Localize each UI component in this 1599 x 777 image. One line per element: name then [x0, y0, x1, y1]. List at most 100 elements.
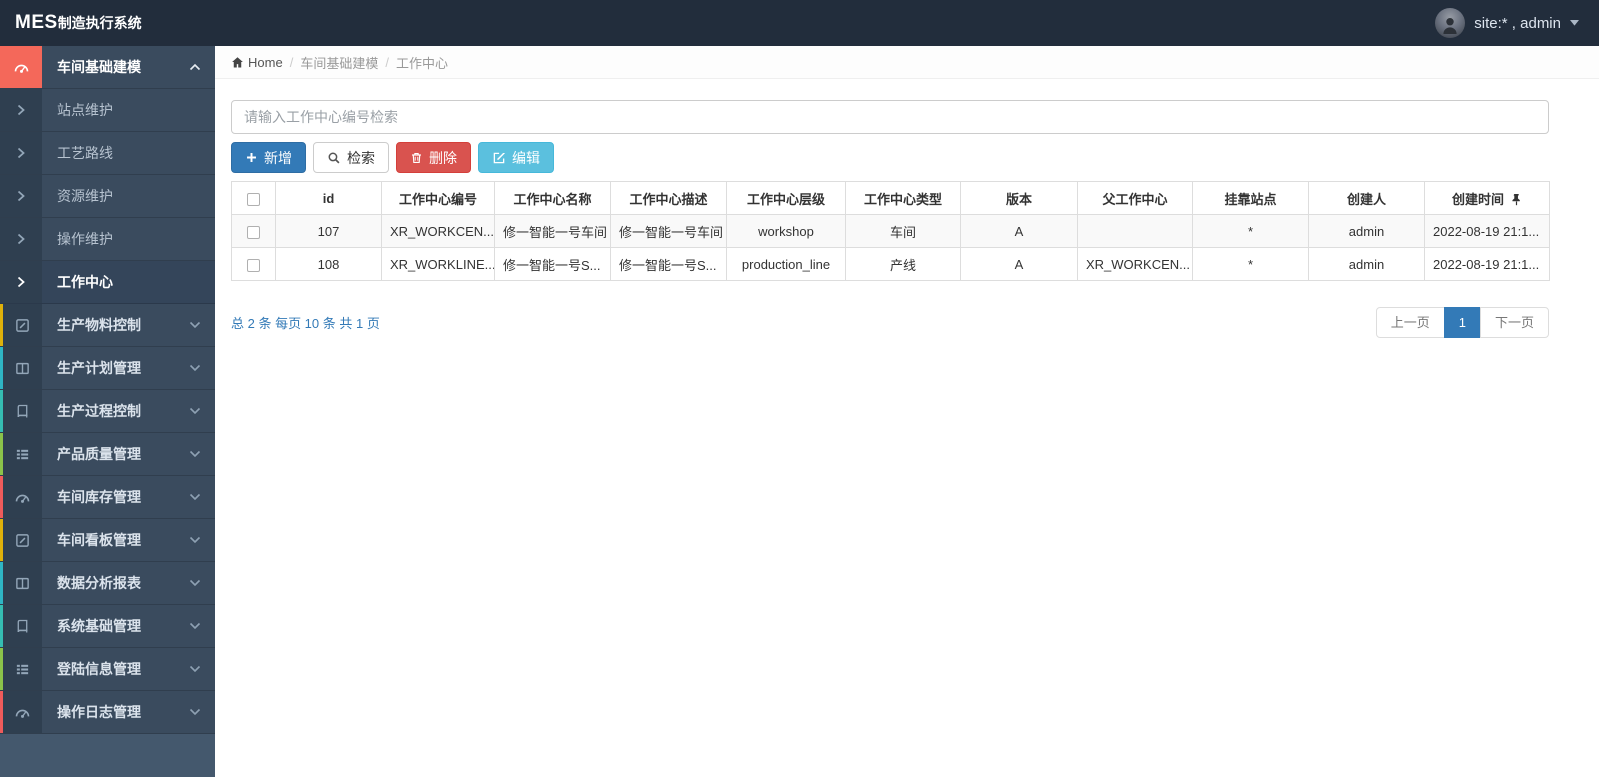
- user-menu[interactable]: site:* , admin: [1435, 8, 1599, 38]
- chevron-right-icon: [17, 104, 25, 116]
- delete-button[interactable]: 删除: [396, 142, 471, 173]
- sidebar-group-active[interactable]: 车间基础建模: [0, 46, 215, 89]
- search-button[interactable]: 检索: [313, 142, 389, 173]
- edit-icon: [493, 152, 506, 163]
- table-cell: 2022-08-19 21:1...: [1424, 214, 1550, 248]
- sidebar-group[interactable]: 生产计划管理: [0, 347, 215, 390]
- table-cell: 车间: [845, 214, 961, 248]
- chevron-right-icon: [17, 233, 25, 245]
- column-header: 父工作中心: [1077, 181, 1193, 215]
- table-cell: 修一智能一号车间: [610, 214, 727, 248]
- brand-mes: MES: [15, 12, 58, 33]
- chevron-down-icon: [189, 605, 215, 647]
- column-header-label: 工作中心描述: [629, 191, 708, 207]
- chevron-down-icon: [189, 390, 215, 432]
- select-all-checkbox[interactable]: [247, 192, 260, 206]
- workcenter-table: id 工作中心编号 工作中心名称 工作中心描述 工作中心层级 工作中心类型 版本 父工作中心 挂…: [231, 181, 1550, 281]
- pencil-square-icon: [16, 318, 29, 332]
- sidebar-item-icon-column: [0, 476, 42, 518]
- sidebar-group[interactable]: 数据分析报表: [0, 562, 215, 605]
- chevron-up-icon: [189, 46, 215, 88]
- sidebar-item-icon-column: [0, 304, 42, 346]
- chevron-right-icon: [17, 190, 25, 202]
- table-cell: 108: [275, 247, 382, 281]
- pin-icon: [1512, 193, 1520, 205]
- add-button[interactable]: 新增: [231, 142, 306, 173]
- column-header: 挂靠站点: [1192, 181, 1309, 215]
- column-header: 工作中心编号: [381, 181, 495, 215]
- columns-icon: [16, 577, 29, 589]
- chevron-down-icon: [189, 622, 201, 630]
- sidebar-item-icon-column: [0, 519, 42, 561]
- person-icon: [1443, 17, 1457, 34]
- sidebar-group[interactable]: 登陆信息管理: [0, 648, 215, 691]
- next-page-button[interactable]: 下一页: [1479, 307, 1549, 338]
- chevron-down-icon: [189, 304, 215, 346]
- column-header-label: 挂靠站点: [1224, 191, 1277, 207]
- sidebar-item-icon-column: [0, 89, 42, 131]
- row-checkbox[interactable]: [247, 258, 260, 272]
- sidebar-item-icon-column: [0, 390, 42, 432]
- tachometer-icon: [15, 709, 30, 718]
- breadcrumb: Home / 车间基础建模 / 工作中心: [215, 46, 1599, 79]
- sidebar-item-icon-column: [0, 648, 42, 690]
- column-header-label: 工作中心层级: [746, 191, 825, 207]
- table-header-row: id 工作中心编号 工作中心名称 工作中心描述 工作中心层级 工作中心类型 版本 父工作中心 挂…: [231, 181, 1550, 215]
- page-1-button[interactable]: 1: [1443, 307, 1481, 338]
- column-header-label: id: [322, 190, 335, 206]
- breadcrumb-separator: /: [289, 54, 294, 70]
- sidebar-group[interactable]: 操作日志管理: [0, 691, 215, 734]
- breadcrumb-home[interactable]: Home: [231, 55, 283, 70]
- sidebar-subitem[interactable]: 操作维护: [0, 218, 215, 261]
- table-cell: admin: [1308, 247, 1425, 281]
- row-checkbox[interactable]: [247, 225, 260, 239]
- search-input[interactable]: [231, 100, 1549, 134]
- sidebar-item-icon-column: [0, 218, 42, 260]
- breadcrumb-module[interactable]: 车间基础建模: [300, 53, 378, 72]
- table-cell: XR_WORKLINE...: [381, 247, 495, 281]
- table-footer: 总 2 条 每页 10 条 共 1 页 上一页 1 下一页: [231, 307, 1549, 338]
- plus-icon: [247, 153, 256, 162]
- sidebar-subitem[interactable]: 资源维护: [0, 175, 215, 218]
- pin-icon[interactable]: [1511, 193, 1522, 206]
- sidebar-item-label: 操作维护: [57, 231, 113, 247]
- sidebar-group[interactable]: 生产过程控制: [0, 390, 215, 433]
- sidebar-item-label: 数据分析报表: [57, 575, 141, 591]
- row-checkbox-cell: [231, 247, 276, 281]
- table-row[interactable]: 107 XR_WORKCEN... 修一智能一号车间 修一智能一号车间 workshop…: [231, 214, 1550, 248]
- row-checkbox-cell: [231, 214, 276, 248]
- prev-page-button[interactable]: 上一页: [1375, 307, 1445, 338]
- table-cell: 2022-08-19 21:1...: [1424, 247, 1550, 281]
- sidebar-group[interactable]: 产品质量管理: [0, 433, 215, 476]
- edit-button[interactable]: 编辑: [478, 142, 554, 173]
- select-all-header-cell: [231, 181, 276, 215]
- sidebar-group[interactable]: 车间看板管理: [0, 519, 215, 562]
- sidebar-item-label: 车间看板管理: [57, 532, 141, 548]
- top-navbar: MES 制造执行系统 site:* , admin: [0, 0, 1599, 46]
- sidebar-subitem[interactable]: 站点维护: [0, 89, 215, 132]
- table-cell: 107: [275, 214, 382, 248]
- sidebar-item-icon-column: [0, 562, 42, 604]
- table-cell: *: [1192, 214, 1309, 248]
- columns-icon: [16, 362, 29, 374]
- app-brand[interactable]: MES 制造执行系统: [0, 12, 215, 34]
- table-cell: [1077, 214, 1193, 248]
- sidebar-subitem[interactable]: 工艺路线: [0, 132, 215, 175]
- pagination: 上一页 1 下一页: [1375, 307, 1549, 338]
- caret-down-icon: [1570, 20, 1579, 26]
- table-row[interactable]: 108 XR_WORKLINE... 修一智能一号S... 修一智能一号S... pro…: [231, 247, 1550, 281]
- sidebar-group[interactable]: 系统基础管理: [0, 605, 215, 648]
- column-header: id: [275, 181, 382, 215]
- sidebar-subitem[interactable]: 工作中心: [0, 261, 215, 304]
- sidebar-group[interactable]: 生产物料控制: [0, 304, 215, 347]
- column-header: 创建人: [1308, 181, 1425, 215]
- home-icon: [232, 56, 243, 68]
- table-cell: 修一智能一号S...: [610, 247, 727, 281]
- chevron-right-icon: [17, 276, 25, 288]
- avatar: [1435, 8, 1466, 38]
- sidebar-group[interactable]: 车间库存管理: [0, 476, 215, 519]
- chevron-down-icon: [189, 407, 201, 415]
- sidebar-item-icon-column: [0, 46, 42, 88]
- sidebar-item-label: 产品质量管理: [57, 446, 141, 462]
- brand-subtitle: 制造执行系统: [57, 15, 142, 31]
